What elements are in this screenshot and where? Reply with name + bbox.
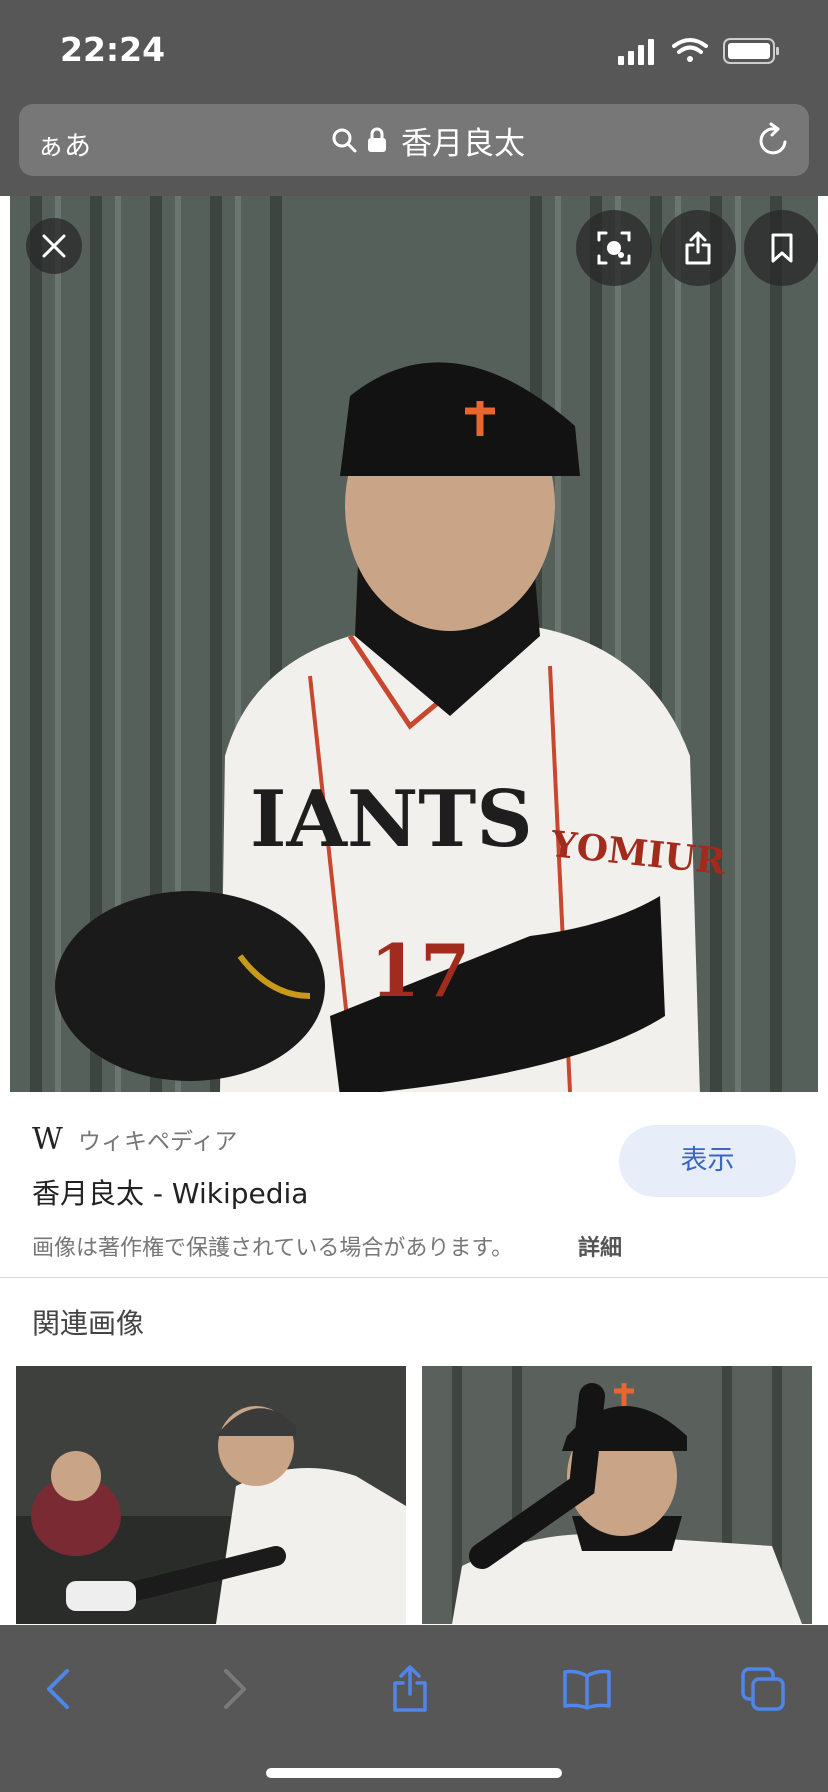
lock-icon: [368, 127, 386, 152]
chevron-right-icon: [224, 1669, 246, 1709]
bookmarks-button[interactable]: [557, 1659, 617, 1719]
visual-lookup-button[interactable]: [576, 210, 652, 286]
source-name[interactable]: ウィキペディア: [78, 1122, 237, 1156]
svg-text:17: 17: [370, 928, 470, 1013]
browser-top-bar: 22:24 ぁあ 香月良太: [0, 0, 828, 196]
details-link[interactable]: 詳細: [578, 1230, 622, 1262]
related-photo-1: [16, 1366, 406, 1624]
share-icon: [393, 1665, 427, 1712]
search-icon: [332, 128, 357, 153]
share-button[interactable]: [380, 1659, 440, 1719]
reload-icon[interactable]: [757, 122, 791, 158]
wifi-icon: [672, 38, 708, 62]
chevron-left-icon: [47, 1669, 69, 1709]
url-query: 香月良太: [401, 125, 525, 162]
tabs-icon: [741, 1667, 785, 1711]
close-icon: [42, 234, 66, 258]
related-image-2[interactable]: [422, 1366, 812, 1624]
page-title[interactable]: 香月良太 - Wikipedia: [32, 1172, 308, 1212]
home-indicator[interactable]: [266, 1768, 562, 1778]
address-bar[interactable]: ぁあ 香月良太: [19, 104, 809, 176]
browser-toolbar: [0, 1625, 828, 1792]
image-info-card: W ウィキペディア 香月良太 - Wikipedia 表示 画像は著作権で保護さ…: [0, 1092, 828, 1278]
signal-icon: [618, 39, 654, 65]
url-display[interactable]: 香月良太: [331, 120, 525, 162]
bookmark-button[interactable]: [744, 210, 818, 286]
bookmark-icon: [771, 233, 793, 263]
battery-icon: [723, 38, 779, 64]
related-image-1[interactable]: [16, 1366, 406, 1624]
share-icon: [685, 231, 711, 265]
copyright-notice: 画像は著作権で保護されている場合があります。: [32, 1236, 514, 1261]
show-button[interactable]: 表示: [619, 1125, 796, 1197]
status-time: 22:24: [60, 30, 166, 69]
visual-lookup-icon: [597, 231, 631, 265]
tabs-button[interactable]: [733, 1659, 793, 1719]
back-button[interactable]: [28, 1659, 88, 1719]
wikipedia-logo: W: [32, 1122, 63, 1157]
main-image: IANTS YOMIUR 17: [10, 196, 818, 1092]
status-icons: [618, 38, 779, 65]
related-photo-2: [422, 1366, 812, 1624]
forward-button[interactable]: [205, 1659, 265, 1719]
reader-options-button[interactable]: ぁあ: [37, 124, 91, 163]
close-button[interactable]: [26, 218, 82, 274]
share-image-button[interactable]: [660, 210, 736, 286]
related-images-heading: 関連画像: [32, 1307, 145, 1340]
player-photo: IANTS YOMIUR 17: [10, 196, 818, 1092]
book-icon: [563, 1669, 611, 1710]
svg-text:IANTS: IANTS: [250, 774, 533, 865]
